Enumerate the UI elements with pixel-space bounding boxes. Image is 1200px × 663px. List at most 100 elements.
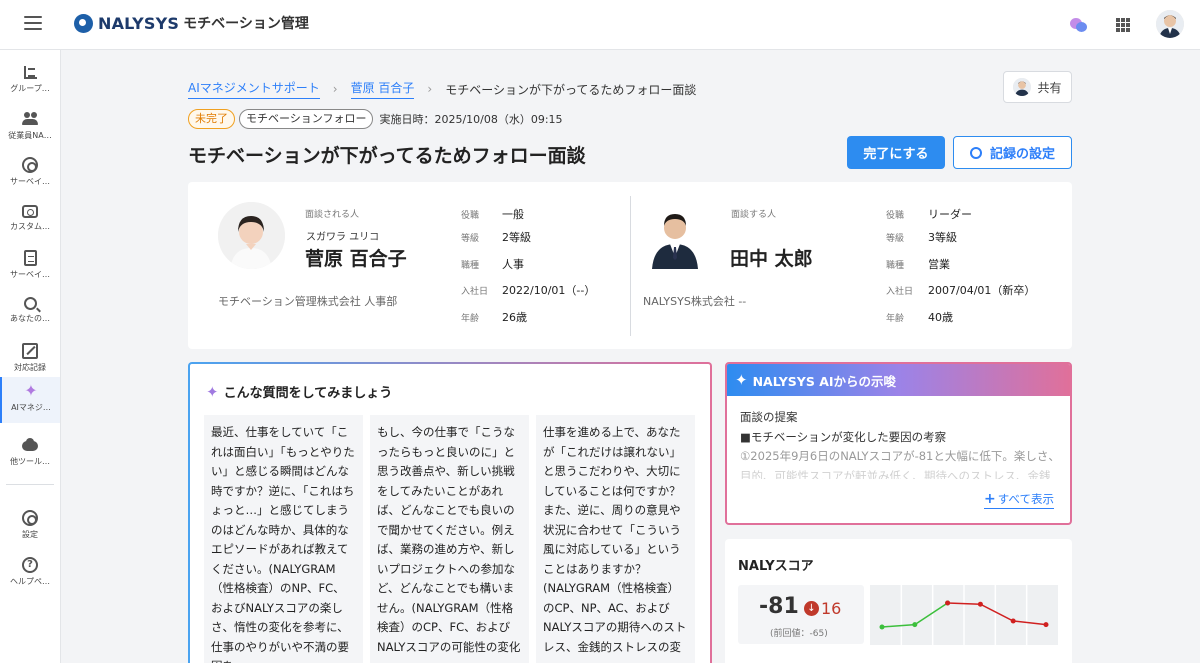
users-icon xyxy=(22,111,38,127)
menu-icon[interactable] xyxy=(24,16,42,30)
category-badge: モチベーションフォロー xyxy=(239,109,374,129)
sidebar-item-custom[interactable]: カスタム… xyxy=(0,197,60,243)
breadcrumb-ai-support[interactable]: AIマネジメントサポート xyxy=(188,79,320,99)
share-label: 共有 xyxy=(1037,80,1062,95)
plus-icon: + xyxy=(984,491,996,507)
share-button[interactable]: 共有 xyxy=(1003,71,1072,103)
naly-score-card: NALYスコア -81 ↓ 16 (前回値：-65) xyxy=(725,539,1072,663)
score-previous: (前回値：-65) xyxy=(770,629,828,639)
sidebar-item-help[interactable]: ? ヘルプペ… xyxy=(0,551,60,597)
gear-icon xyxy=(22,510,38,526)
breadcrumb-employee[interactable]: 菅原 百合子 xyxy=(350,79,415,99)
sidebar-item-settings[interactable]: 設定 xyxy=(0,504,60,550)
sidebar-item-yours[interactable]: あなたの… xyxy=(0,291,60,337)
data-point xyxy=(1010,618,1016,624)
document-icon xyxy=(23,250,37,266)
field-key: 役職 xyxy=(461,211,480,221)
sidebar-item-other-tools[interactable]: 他ツール… xyxy=(0,431,60,477)
sidebar-item-label: 対応記録 xyxy=(14,363,46,372)
search-chart-icon xyxy=(23,297,37,310)
question-card-title: ✦ こんな質問をしてみましょう xyxy=(206,382,392,402)
interviewer-role-label: 面談する人 xyxy=(731,210,777,220)
profile-divider xyxy=(630,196,631,336)
sidebar-item-survey[interactable]: サーベイ… xyxy=(0,151,60,197)
record-settings-button[interactable]: 記録の設定 xyxy=(953,136,1072,169)
field-key: 職種 xyxy=(461,261,480,271)
user-avatar[interactable] xyxy=(1156,10,1184,38)
sidebar-item-label: 従業員NA… xyxy=(8,131,52,140)
gear-icon xyxy=(969,146,982,159)
sidebar-item-survey-doc[interactable]: サーベイ… xyxy=(0,244,60,290)
field-value: 営業 xyxy=(928,258,950,271)
data-point xyxy=(1043,622,1049,628)
sidebar-item-label: サーベイ… xyxy=(10,177,50,186)
profile-card: 面談される人 スガワラ ユリコ 菅原 百合子 モチベーション管理株式会社 人事部… xyxy=(188,182,1072,349)
app-grid-icon[interactable] xyxy=(1116,18,1130,32)
interviewer-name: 田中 太郎 xyxy=(730,248,813,270)
sidebar-item-label: カスタム… xyxy=(10,222,50,231)
complete-button[interactable]: 完了にする xyxy=(847,136,945,169)
field-value: 3等級 xyxy=(928,231,957,244)
sidebar-item-label: 設定 xyxy=(22,530,38,539)
interviewee-role-label: 面談される人 xyxy=(305,210,360,220)
cloud-upload-icon xyxy=(22,437,38,453)
sidebar-item-group[interactable]: グループ… xyxy=(0,58,60,104)
sidebar-item-label: あなたの… xyxy=(10,314,50,323)
score-title: NALYスコア xyxy=(738,559,814,574)
sidebar-item-label: 他ツール… xyxy=(10,457,50,466)
field-key: 等級 xyxy=(886,234,905,244)
sidebar-item-label: AIマネジ… xyxy=(11,403,51,412)
sidebar: グループ… 従業員NA… サーベイ… カスタム… サーベイ… あなたの… 対応記… xyxy=(0,50,61,663)
score-box: -81 ↓ 16 (前回値：-65) xyxy=(738,585,864,644)
edit-icon xyxy=(22,343,38,359)
brand-name: NALYSYS xyxy=(98,13,180,33)
module-name: モチベーション管理 xyxy=(183,16,309,32)
interviewer-photo xyxy=(642,202,709,269)
data-point xyxy=(977,601,983,607)
field-key: 職種 xyxy=(886,261,905,271)
ai-line: 目的、可能性スコアが軒並み低く、期待へのストレス、金銭 xyxy=(740,468,1051,479)
page-title: モチベーションが下がってるためフォロー面談 xyxy=(188,145,586,167)
show-all-link[interactable]: + すべて表示 xyxy=(984,491,1054,509)
field-value: 人事 xyxy=(502,258,524,271)
ai-chat-icon[interactable] xyxy=(1070,16,1088,34)
field-value: 2022/10/01（--） xyxy=(502,284,596,297)
data-point xyxy=(879,624,885,630)
score-value: -81 xyxy=(759,594,799,619)
field-key: 入社日 xyxy=(461,287,489,297)
data-point xyxy=(945,600,951,606)
ai-card-title: NALYSYS AIからの示唆 xyxy=(752,373,897,389)
camera-icon xyxy=(22,205,38,218)
sparkle-icon: ✦ xyxy=(206,382,219,401)
field-value: 26歳 xyxy=(502,311,527,324)
field-key: 入社日 xyxy=(886,287,914,297)
score-diff: ↓ 16 xyxy=(804,599,841,618)
help-icon: ? xyxy=(22,557,38,573)
score-trend-chart xyxy=(870,585,1058,645)
field-value: 一般 xyxy=(502,208,524,221)
interviewee-photo xyxy=(218,202,285,269)
sidebar-item-label: サーベイ… xyxy=(10,270,50,279)
sparkle-icon: ✦ xyxy=(735,371,748,389)
sidebar-item-label: グループ… xyxy=(10,84,50,93)
ai-card-body: 面談の提案 ■モチベーションが変化した要因の考察 ①2025年9月6日のNALY… xyxy=(727,396,1070,491)
interview-date: 実施日時：2025/10/08（水）09:15 xyxy=(379,113,563,126)
interviewee-name: 菅原 百合子 xyxy=(305,248,407,270)
field-value: 40歳 xyxy=(928,311,953,324)
sidebar-divider xyxy=(6,484,54,485)
show-all-label: すべて表示 xyxy=(997,492,1054,506)
breadcrumb-current: モチベーションが下がってるためフォロー面談 xyxy=(445,82,697,97)
field-value: 2007/04/01（新卒） xyxy=(928,284,1036,297)
interviewee-org: モチベーション管理株式会社 人事部 xyxy=(218,295,398,308)
sidebar-item-ai-management[interactable]: ✦ AIマネジ… xyxy=(0,377,60,423)
breadcrumb-separator: › xyxy=(427,82,433,96)
sidebar-item-label: ヘルプペ… xyxy=(10,577,50,586)
arrow-down-icon: ↓ xyxy=(804,601,819,616)
field-key: 年齢 xyxy=(461,314,480,324)
breadcrumb-separator: › xyxy=(332,82,338,96)
app-logo[interactable]: NALYSYS モチベーション管理 xyxy=(74,13,309,33)
field-key: 年齢 xyxy=(886,314,905,324)
sidebar-item-employee[interactable]: 従業員NA… xyxy=(0,105,60,151)
record-settings-label: 記録の設定 xyxy=(989,147,1055,162)
field-key: 役職 xyxy=(886,211,905,221)
